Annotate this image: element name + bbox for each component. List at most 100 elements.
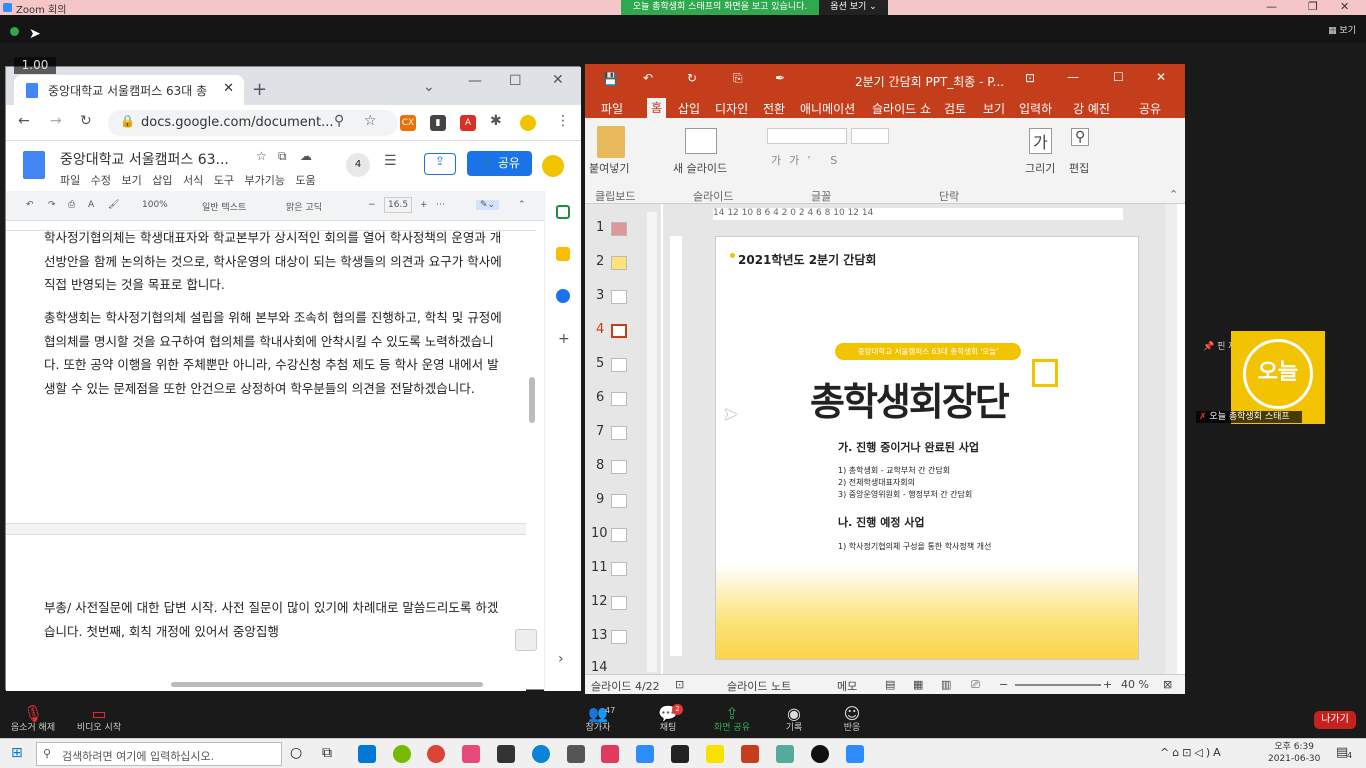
zoom-in-icon[interactable]: +: [1103, 678, 1112, 691]
view-button[interactable]: ▦ 보기: [1328, 23, 1356, 36]
style-select[interactable]: 일반 텍스트: [202, 200, 246, 213]
ppt-tab-insert[interactable]: 삽입: [678, 100, 700, 117]
new-slide-label[interactable]: 새 슬라이드: [673, 160, 727, 176]
slide-thumb[interactable]: [611, 222, 627, 236]
ppt-tab-home[interactable]: 홈: [647, 98, 667, 118]
leave-button[interactable]: 나가기: [1314, 711, 1356, 729]
redo-icon[interactable]: ↻: [687, 71, 697, 85]
more-icon[interactable]: ⋯: [436, 200, 445, 210]
lock-icon[interactable]: 🔒: [120, 114, 135, 128]
reading-view-icon[interactable]: ▥: [941, 678, 951, 691]
undo-icon[interactable]: ↶: [26, 200, 34, 210]
ppt-maximize-icon[interactable]: ☐: [1113, 70, 1124, 84]
collapse-ribbon-icon[interactable]: ⌃: [1169, 188, 1178, 201]
keep-addon-icon[interactable]: [556, 247, 570, 261]
ppt-tab-review[interactable]: 검토: [944, 100, 966, 117]
zoom-app-icon[interactable]: [846, 745, 864, 763]
menu-file[interactable]: 파일: [60, 174, 80, 187]
normal-view-icon[interactable]: ▤: [885, 678, 895, 691]
star-icon[interactable]: ☆: [256, 149, 267, 163]
chrome-close-icon[interactable]: ✕: [552, 72, 564, 88]
slide-thumb[interactable]: [611, 562, 627, 576]
taskbar-clock[interactable]: 오후 6:39 2021-06-30: [1268, 741, 1320, 765]
slide-thumb[interactable]: [611, 460, 627, 474]
comments-icon[interactable]: ☰: [384, 153, 397, 169]
find-icon[interactable]: ⚲: [1071, 128, 1090, 146]
tab-search-icon[interactable]: ⌄: [423, 79, 435, 95]
slide-thumb[interactable]: [611, 426, 627, 440]
unmute-button[interactable]: 🎙 음소거 해제: [10, 704, 56, 733]
spellcheck-icon[interactable]: A: [88, 200, 94, 210]
taskbar-search[interactable]: ⚲ 검색하려면 여기에 입력하십시오.: [36, 742, 282, 766]
reload-icon[interactable]: ↻: [80, 113, 92, 129]
new-tab-icon[interactable]: +: [252, 79, 267, 100]
extensions-puzzle-icon[interactable]: ✱: [490, 113, 502, 129]
share-button[interactable]: 👤 공유: [467, 151, 532, 176]
slide-thumb[interactable]: [611, 494, 627, 508]
ppt-user[interactable]: 강 예진: [1073, 100, 1110, 117]
paste-label[interactable]: 붙여넣기: [589, 160, 629, 176]
undo-icon[interactable]: ↶: [643, 71, 653, 85]
close-icon[interactable]: ✕: [1340, 0, 1349, 13]
system-tray-icons[interactable]: ^⌂⊡◁)A: [1160, 746, 1224, 759]
present-button[interactable]: ⇪: [424, 153, 456, 175]
zoom-out-icon[interactable]: −: [999, 678, 1008, 691]
redo-icon[interactable]: ↷: [48, 200, 56, 210]
ppt-share[interactable]: 공유: [1139, 100, 1161, 117]
slide-thumb-active[interactable]: [611, 324, 627, 338]
ppt-close-icon[interactable]: ✕: [1156, 70, 1166, 84]
slide-vertical-scrollbar[interactable]: [1165, 204, 1177, 674]
edit-mode-icon[interactable]: ✎⌄: [476, 200, 500, 210]
cloud-status-icon[interactable]: ☁: [300, 149, 312, 163]
app-icon-pink[interactable]: [601, 745, 619, 763]
fit-slide-icon[interactable]: ⊠: [1163, 678, 1172, 691]
extension-cx-icon[interactable]: CX: [400, 115, 416, 131]
reactions-button[interactable]: ☺ 반응: [836, 704, 868, 733]
menu-help[interactable]: 도움: [295, 174, 315, 187]
edit-label[interactable]: 편집: [1069, 160, 1089, 176]
slideshow-icon[interactable]: ⎘: [733, 71, 743, 86]
accessibility-icon[interactable]: ⊡: [675, 678, 684, 691]
menu-addons[interactable]: 부가기능: [245, 174, 285, 187]
comment-count-badge[interactable]: 4: [346, 153, 370, 177]
draw-label[interactable]: 그리기: [1025, 160, 1055, 176]
slide-thumb[interactable]: [611, 630, 627, 644]
slide-thumb[interactable]: [611, 358, 627, 372]
menu-tools[interactable]: 도구: [214, 174, 234, 187]
font-name-input[interactable]: [767, 128, 847, 144]
pen-icon[interactable]: ✒: [775, 71, 785, 85]
doc-body[interactable]: 학사정기협의체는 학생대표자와 학교본부가 상시적인 회의를 열어 학사정책의 …: [6, 231, 526, 691]
paste-icon[interactable]: [597, 126, 625, 158]
record-button[interactable]: ◉ 기록: [778, 704, 810, 733]
kakaotalk-icon[interactable]: [706, 745, 724, 763]
calendar-addon-icon[interactable]: [556, 205, 570, 219]
chrome-app-icon[interactable]: [427, 745, 445, 763]
menu-insert[interactable]: 삽입: [152, 174, 172, 187]
collapse-toolbar-icon[interactable]: ⌃: [518, 200, 526, 210]
memo-button[interactable]: 메모: [837, 678, 857, 694]
thumb-scrollbar[interactable]: [647, 212, 657, 672]
zoom-select[interactable]: 100%: [142, 200, 168, 210]
draw-icon[interactable]: 가: [1029, 128, 1052, 154]
slide-thumb[interactable]: [611, 528, 627, 542]
ppt-tab-design[interactable]: 디자인: [715, 100, 748, 117]
slide-thumb[interactable]: [611, 596, 627, 610]
move-folder-icon[interactable]: ⧉: [278, 149, 287, 164]
ppt-tellme[interactable]: 입력하: [1019, 100, 1052, 117]
profile-avatar-icon[interactable]: [520, 115, 536, 131]
app-icon[interactable]: [567, 745, 585, 763]
chrome-menu-icon[interactable]: ⋮: [556, 113, 570, 129]
slide-thumb[interactable]: [611, 256, 627, 270]
security-shield-icon[interactable]: [10, 27, 19, 36]
decrease-size-icon[interactable]: −: [368, 200, 376, 210]
windows-start-icon[interactable]: ⊞: [11, 745, 23, 761]
ppt-tab-file[interactable]: 파일: [601, 100, 623, 117]
tasks-addon-icon[interactable]: [556, 289, 570, 303]
zoom-percent[interactable]: 40 %: [1121, 678, 1149, 691]
expand-panel-icon[interactable]: ›: [558, 651, 564, 667]
restore-icon[interactable]: ❐: [1308, 0, 1318, 13]
font-format-buttons[interactable]: 가가ʼ S: [771, 152, 845, 168]
zoom-slider[interactable]: [1015, 684, 1101, 686]
mail-app-icon[interactable]: [358, 745, 376, 763]
task-view-icon[interactable]: ⧉: [322, 745, 332, 761]
